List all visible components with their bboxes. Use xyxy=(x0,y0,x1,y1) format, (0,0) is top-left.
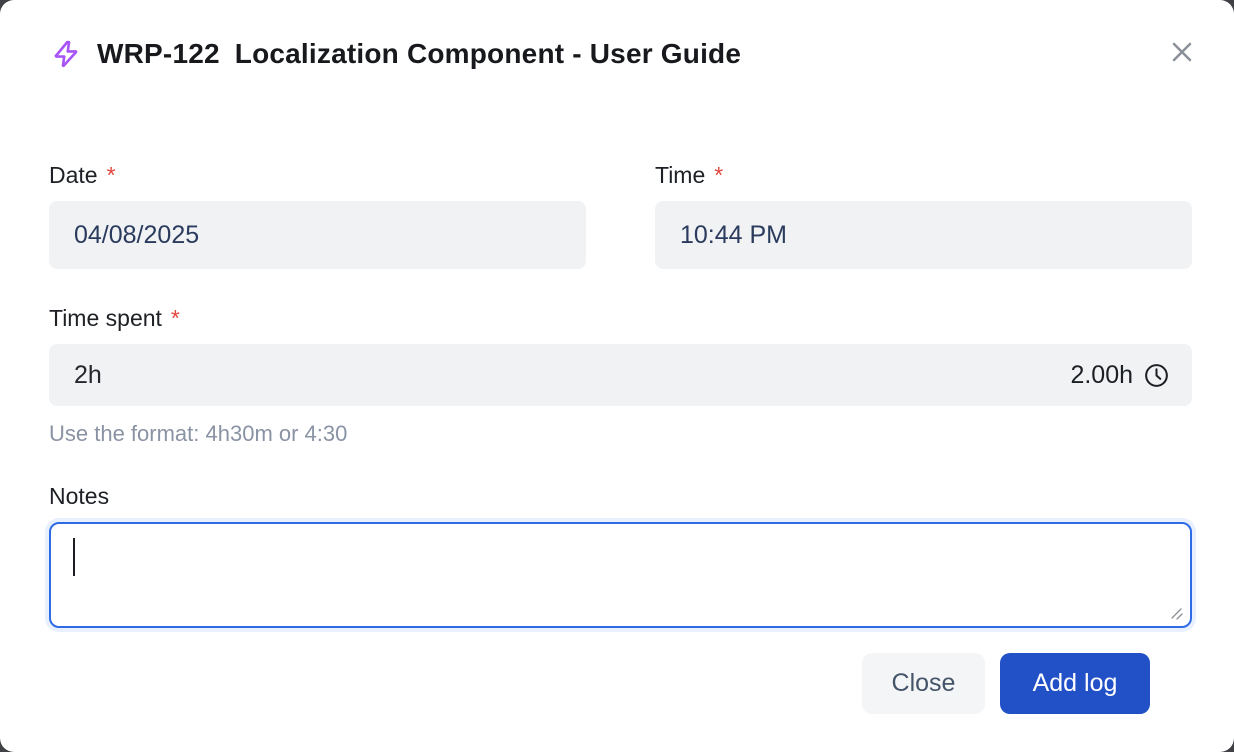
date-label: Date * xyxy=(49,162,586,189)
issue-summary: Localization Component - User Guide xyxy=(235,38,741,70)
close-dialog-button[interactable] xyxy=(1162,32,1202,72)
date-field-group: Date * xyxy=(49,162,586,269)
time-field-group: Time * xyxy=(655,162,1192,269)
notes-field-focused xyxy=(49,522,1192,628)
required-asterisk: * xyxy=(714,162,723,189)
issue-key: WRP-122 xyxy=(97,38,220,70)
notes-textarea[interactable] xyxy=(51,524,1190,626)
time-spent-field-group: Time spent * 2.00h Use the format: 4h30m… xyxy=(49,305,1192,447)
time-spent-label: Time spent * xyxy=(49,305,1192,332)
notes-label-text: Notes xyxy=(49,483,109,510)
date-time-row: Date * Time * xyxy=(49,162,1192,269)
required-asterisk: * xyxy=(171,305,180,332)
close-button[interactable]: Close xyxy=(862,653,985,714)
dialog-header: WRP-122 Localization Component - User Gu… xyxy=(0,0,1234,70)
dialog-body: Date * Time * Time spent * 2.00h xyxy=(0,162,1234,714)
time-spent-field: 2.00h xyxy=(49,344,1192,406)
dialog-footer: Close Add log xyxy=(49,653,1192,714)
add-log-button[interactable]: Add log xyxy=(1000,653,1150,714)
text-cursor xyxy=(73,538,75,576)
required-asterisk: * xyxy=(107,162,116,189)
zap-icon xyxy=(50,38,82,70)
time-label-text: Time xyxy=(655,162,705,189)
time-input[interactable] xyxy=(655,201,1192,269)
time-label: Time * xyxy=(655,162,1192,189)
close-icon xyxy=(1166,36,1198,68)
log-time-dialog: WRP-122 Localization Component - User Gu… xyxy=(0,0,1234,752)
dialog-title: WRP-122 Localization Component - User Gu… xyxy=(97,38,741,70)
date-input[interactable] xyxy=(49,201,586,269)
date-label-text: Date xyxy=(49,162,98,189)
notes-field-group: Notes xyxy=(49,483,1192,628)
notes-label: Notes xyxy=(49,483,1192,510)
clock-icon xyxy=(1143,362,1170,389)
time-spent-hint: Use the format: 4h30m or 4:30 xyxy=(49,421,1192,447)
time-spent-computed: 2.00h xyxy=(1070,361,1133,390)
time-spent-input[interactable] xyxy=(74,344,1070,406)
resize-handle[interactable] xyxy=(1169,606,1185,622)
time-spent-label-text: Time spent xyxy=(49,305,162,332)
